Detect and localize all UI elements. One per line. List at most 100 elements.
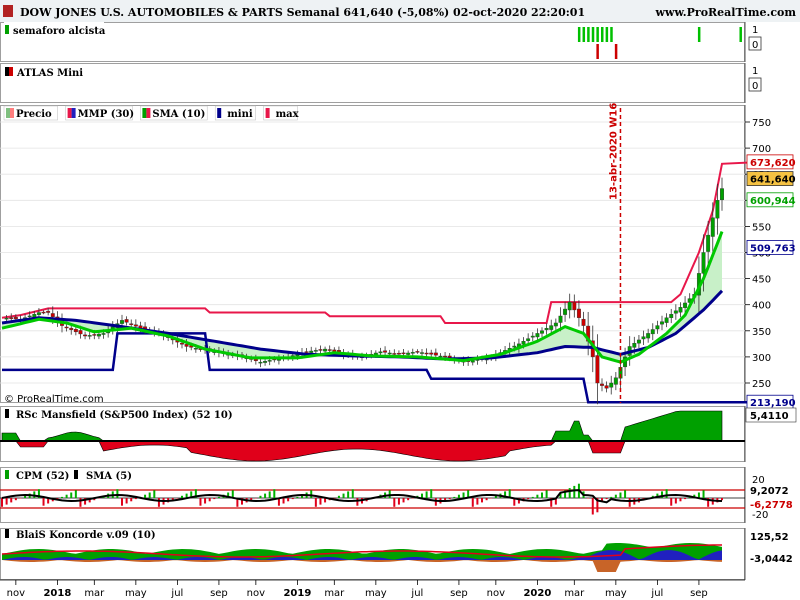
cpm-bar xyxy=(471,498,474,507)
cpm-bar xyxy=(527,498,530,500)
xtick-label: may xyxy=(125,588,147,599)
cpm-bar xyxy=(342,493,345,498)
cpm-bar xyxy=(74,490,77,498)
cpm-bar xyxy=(347,491,350,498)
cpm-bar xyxy=(337,495,340,498)
candle xyxy=(512,345,517,348)
candle xyxy=(581,318,586,326)
candle xyxy=(401,352,406,355)
candle xyxy=(429,352,434,355)
semaforo-green-bar xyxy=(596,27,599,42)
candle xyxy=(83,334,88,337)
candle xyxy=(101,333,106,335)
candle xyxy=(636,339,641,344)
cpm-bar xyxy=(19,498,22,499)
candle xyxy=(595,355,600,384)
legend-item-1: MMP (30) xyxy=(78,109,135,120)
xtick-label: mar xyxy=(324,588,345,599)
candle xyxy=(392,353,397,355)
candle xyxy=(46,310,51,313)
cpm-bar xyxy=(462,492,465,498)
candle xyxy=(87,335,92,337)
xtick-label: 2018 xyxy=(43,588,71,599)
candle xyxy=(387,352,392,355)
candle xyxy=(383,350,388,353)
atlas-tick-1: 1 xyxy=(752,66,758,77)
legend-item-2: SMA (10) xyxy=(152,109,205,120)
cpm-bar xyxy=(702,490,705,498)
candle xyxy=(267,360,272,362)
cpm-bar xyxy=(476,498,479,505)
candle xyxy=(563,308,568,315)
cpm-bar xyxy=(457,494,460,498)
cpm-label: CPM (52) xyxy=(16,471,69,482)
candle xyxy=(521,341,526,345)
cpm-bar xyxy=(148,492,151,498)
semaforo-tick-0: 0 xyxy=(752,40,758,51)
legend-swatch xyxy=(146,108,151,118)
candle xyxy=(323,348,328,352)
legend-swatch xyxy=(67,108,72,118)
cpm-bar xyxy=(254,498,257,499)
candle xyxy=(433,352,438,356)
cpm-bar xyxy=(684,498,687,500)
candle xyxy=(609,382,614,388)
cpm-bar xyxy=(397,498,400,505)
semaforo-red-bar xyxy=(614,44,618,59)
candle xyxy=(410,352,415,354)
semaforo-green-bar xyxy=(601,27,604,42)
cpm-bar xyxy=(1,498,3,507)
candle xyxy=(36,312,41,315)
candle xyxy=(258,361,263,364)
candle xyxy=(641,336,646,340)
xtick-label: sep xyxy=(210,588,228,599)
candle xyxy=(438,355,443,358)
cpm-bar xyxy=(573,485,576,498)
legend-swatch xyxy=(265,108,270,118)
cpm-bar xyxy=(485,498,488,501)
atlas-label: ATLAS Mini xyxy=(16,68,83,79)
cpm-bar xyxy=(356,498,359,506)
cpm-bar xyxy=(259,495,262,498)
cpm-bar xyxy=(679,498,682,502)
cpm-bar xyxy=(65,494,68,498)
cpm-value-1: 9,2072 xyxy=(750,486,789,497)
cpm-bar xyxy=(434,498,437,506)
xtick-label: nov xyxy=(7,588,25,599)
cpm-bar xyxy=(545,490,548,498)
semaforo-green-bar xyxy=(577,27,581,42)
xtick-label: jul xyxy=(410,588,423,599)
cpm-bar xyxy=(425,491,428,498)
value-tag-mini: 213,190 xyxy=(750,398,796,409)
candle xyxy=(669,314,674,318)
cpm-bar xyxy=(79,498,82,507)
semaforo-green-bar xyxy=(610,27,613,42)
cpm-bar xyxy=(176,498,179,499)
xtick-label: sep xyxy=(450,588,468,599)
cpm-bar xyxy=(291,498,294,500)
cpm-bar xyxy=(721,498,723,501)
candle xyxy=(424,352,429,355)
cpm-bar xyxy=(144,494,147,498)
candle xyxy=(650,329,655,335)
cpm-bar xyxy=(670,498,673,506)
candle xyxy=(530,335,535,338)
semaforo-green-bar xyxy=(739,27,742,42)
ytick-label: 250 xyxy=(752,379,771,390)
cpm-bar xyxy=(217,496,220,498)
candle xyxy=(706,234,711,252)
candle xyxy=(535,333,540,338)
candle xyxy=(27,315,32,318)
candle xyxy=(710,217,715,237)
koncorde-value-1: 125,52 xyxy=(750,532,789,543)
mansfield-label: RSc Mansfield (S&P500 Index) (52 10) xyxy=(16,410,233,421)
cpm-bar xyxy=(116,489,119,498)
candle xyxy=(120,320,124,324)
candle xyxy=(184,344,189,347)
candle xyxy=(13,316,18,320)
cpm-bar xyxy=(42,498,45,506)
candle xyxy=(540,330,544,334)
candle xyxy=(50,313,55,318)
annotation-label: 13-abr-2020 W16 xyxy=(608,103,619,200)
ytick-label: 450 xyxy=(752,275,771,286)
